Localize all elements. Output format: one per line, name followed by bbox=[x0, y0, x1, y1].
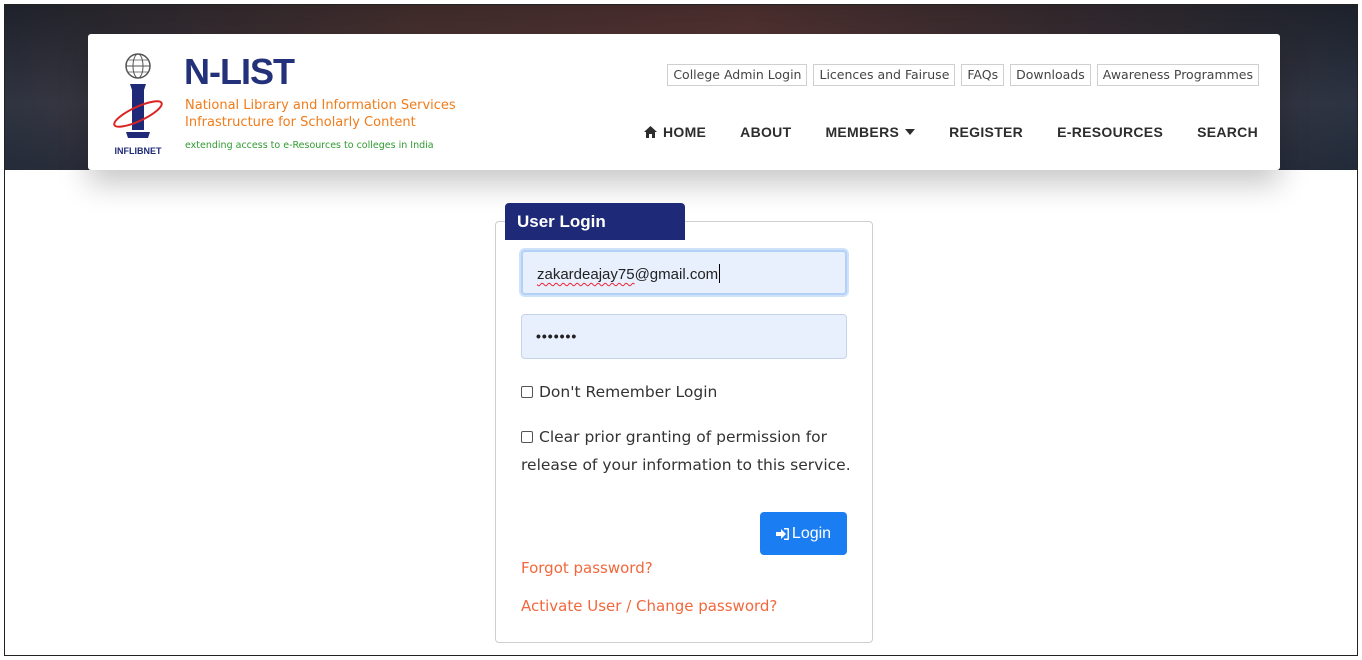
clear-permission-label-line2: release of your information to this serv… bbox=[521, 456, 851, 474]
password-field[interactable]: ••••••• bbox=[521, 314, 847, 359]
link-faqs[interactable]: FAQs bbox=[961, 64, 1005, 86]
main-nav: HOME ABOUT MEMBERS REGISTER E-RESOURCES … bbox=[643, 124, 1258, 140]
email-username-text: zakardeajay75 bbox=[537, 266, 635, 283]
brand-subtitle-line1: National Library and Information Service… bbox=[185, 98, 456, 113]
link-downloads[interactable]: Downloads bbox=[1010, 64, 1091, 86]
site-header: INFLIBNET N-LIST National Library and In… bbox=[88, 34, 1280, 170]
page-frame: INFLIBNET N-LIST National Library and In… bbox=[4, 4, 1358, 656]
top-links-bar: College Admin Login Licences and Fairuse… bbox=[667, 64, 1259, 86]
clear-permission-option[interactable]: Clear prior granting of permission for r… bbox=[521, 423, 851, 479]
nav-register[interactable]: REGISTER bbox=[949, 124, 1023, 140]
nav-members[interactable]: MEMBERS bbox=[825, 124, 916, 140]
nav-e-resources[interactable]: E-RESOURCES bbox=[1057, 124, 1163, 140]
brand-title[interactable]: N-LIST bbox=[184, 54, 295, 90]
email-field[interactable]: zakardeajay75@gmail.com bbox=[521, 250, 847, 295]
nav-members-label: MEMBERS bbox=[825, 124, 900, 140]
logo-wordmark: INFLIBNET bbox=[115, 146, 162, 156]
link-college-admin-login[interactable]: College Admin Login bbox=[667, 64, 808, 86]
brand-subtitle-line2: Infrastructure for Scholarly Content bbox=[185, 115, 416, 130]
forgot-password-link[interactable]: Forgot password? bbox=[521, 559, 653, 577]
caret-down-icon bbox=[905, 129, 916, 135]
link-awareness-programmes[interactable]: Awareness Programmes bbox=[1096, 64, 1259, 86]
login-button[interactable]: Login bbox=[760, 512, 847, 555]
nav-search[interactable]: SEARCH bbox=[1197, 124, 1258, 140]
dont-remember-checkbox[interactable] bbox=[521, 386, 533, 398]
nav-home-label: HOME bbox=[662, 124, 707, 140]
clear-permission-checkbox[interactable] bbox=[521, 431, 533, 443]
clear-permission-label-line1: Clear prior granting of permission for bbox=[539, 428, 828, 446]
login-button-label: Login bbox=[791, 524, 832, 542]
email-domain-text: @gmail.com bbox=[634, 266, 719, 283]
brand-tagline: extending access to e-Resources to colle… bbox=[185, 140, 434, 151]
activate-change-password-link[interactable]: Activate User / Change password? bbox=[521, 597, 777, 615]
inflibnet-logo-icon[interactable]: INFLIBNET bbox=[108, 50, 168, 158]
nav-home[interactable]: HOME bbox=[643, 124, 707, 140]
dont-remember-label: Don't Remember Login bbox=[539, 383, 718, 401]
nav-about[interactable]: ABOUT bbox=[740, 124, 791, 140]
text-cursor bbox=[719, 264, 721, 283]
dont-remember-login-option[interactable]: Don't Remember Login bbox=[521, 378, 717, 406]
house-icon bbox=[643, 126, 657, 138]
link-licences-fairuse[interactable]: Licences and Fairuse bbox=[813, 64, 956, 86]
sign-in-icon bbox=[775, 527, 789, 540]
login-title: User Login bbox=[505, 203, 685, 240]
